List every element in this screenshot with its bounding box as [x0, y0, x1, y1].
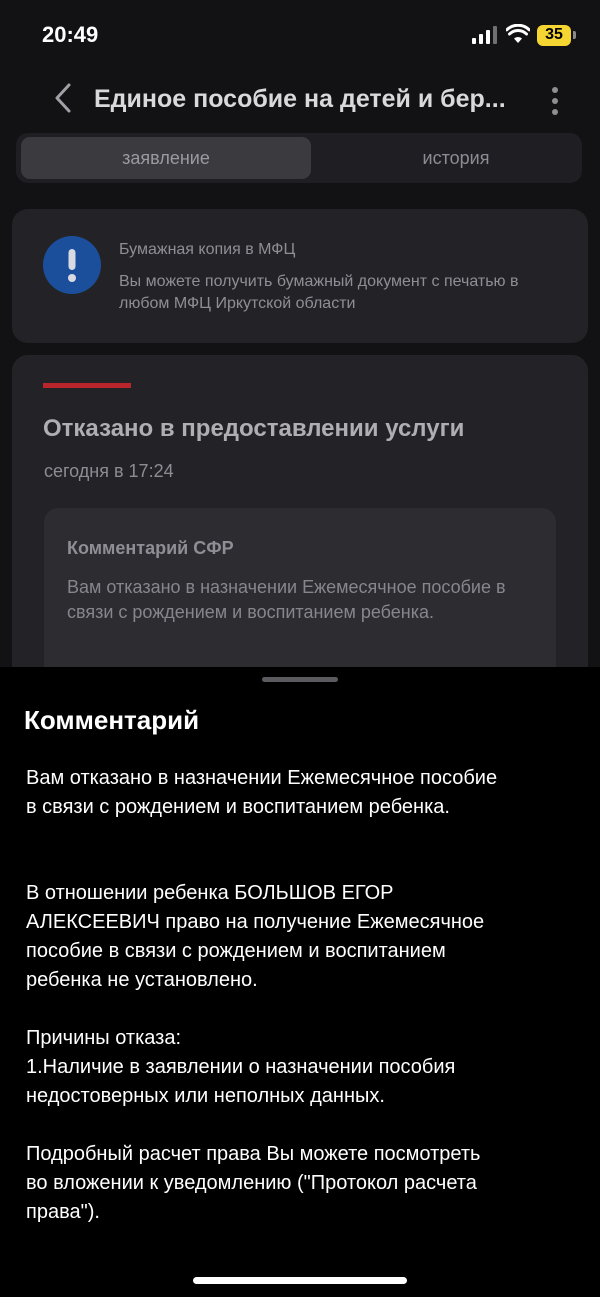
tab-history[interactable]: история [311, 137, 600, 179]
sheet-drag-handle[interactable] [262, 677, 338, 682]
status-title: Отказано в предоставлении услуги [43, 415, 465, 442]
sheet-paragraph: В отношении ребенка БОЛЬШОВ ЕГОР АЛЕКСЕЕ… [26, 882, 485, 991]
status-card: Отказано в предоставлении услуги сегодня… [12, 355, 588, 685]
battery-tip [573, 31, 576, 39]
info-card-text: Вы можете получить бумажный документ с п… [119, 273, 519, 312]
info-card-title: Бумажная копия в МФЦ [119, 241, 296, 258]
tab-application[interactable]: заявление [21, 137, 311, 179]
comment-box-text: Вам отказано в назначении Ежемесячное по… [67, 577, 506, 622]
info-card-mfc[interactable]: Бумажная копия в МФЦ Вы можете получить … [12, 209, 588, 343]
home-indicator[interactable] [193, 1277, 407, 1284]
sheet-paragraph: Подробный расчет права Вы можете посмотр… [26, 1143, 481, 1223]
screen: 20:49 35 Единое пособие на детей и бер..… [0, 0, 600, 1297]
comment-box-title: Комментарий СФР [67, 538, 234, 558]
sheet-title: Комментарий [24, 705, 200, 735]
wifi-icon [506, 24, 530, 43]
sheet-paragraph: Причины отказа: 1.Наличие в заявлении о … [26, 1027, 456, 1107]
battery-icon: 35 [537, 25, 571, 46]
status-accent-bar [43, 383, 131, 388]
alert-icon [43, 236, 101, 294]
more-icon[interactable] [548, 86, 562, 116]
sheet-paragraph: Вам отказано в назначении Ежемесячное по… [26, 767, 498, 818]
page-title: Единое пособие на детей и бер... [94, 85, 506, 113]
status-bar: 20:49 35 [0, 0, 600, 72]
signal-icon [472, 26, 497, 44]
comment-bottom-sheet: Комментарий Вам отказано в назначении Еж… [0, 667, 600, 1297]
comment-box[interactable]: Комментарий СФР Вам отказано в назначени… [44, 508, 556, 678]
battery-level: 35 [545, 26, 563, 43]
back-icon[interactable] [50, 82, 76, 114]
status-time: 20:49 [42, 22, 99, 47]
status-timestamp: сегодня в 17:24 [44, 461, 174, 481]
segmented-tabs: заявление история [16, 133, 582, 183]
